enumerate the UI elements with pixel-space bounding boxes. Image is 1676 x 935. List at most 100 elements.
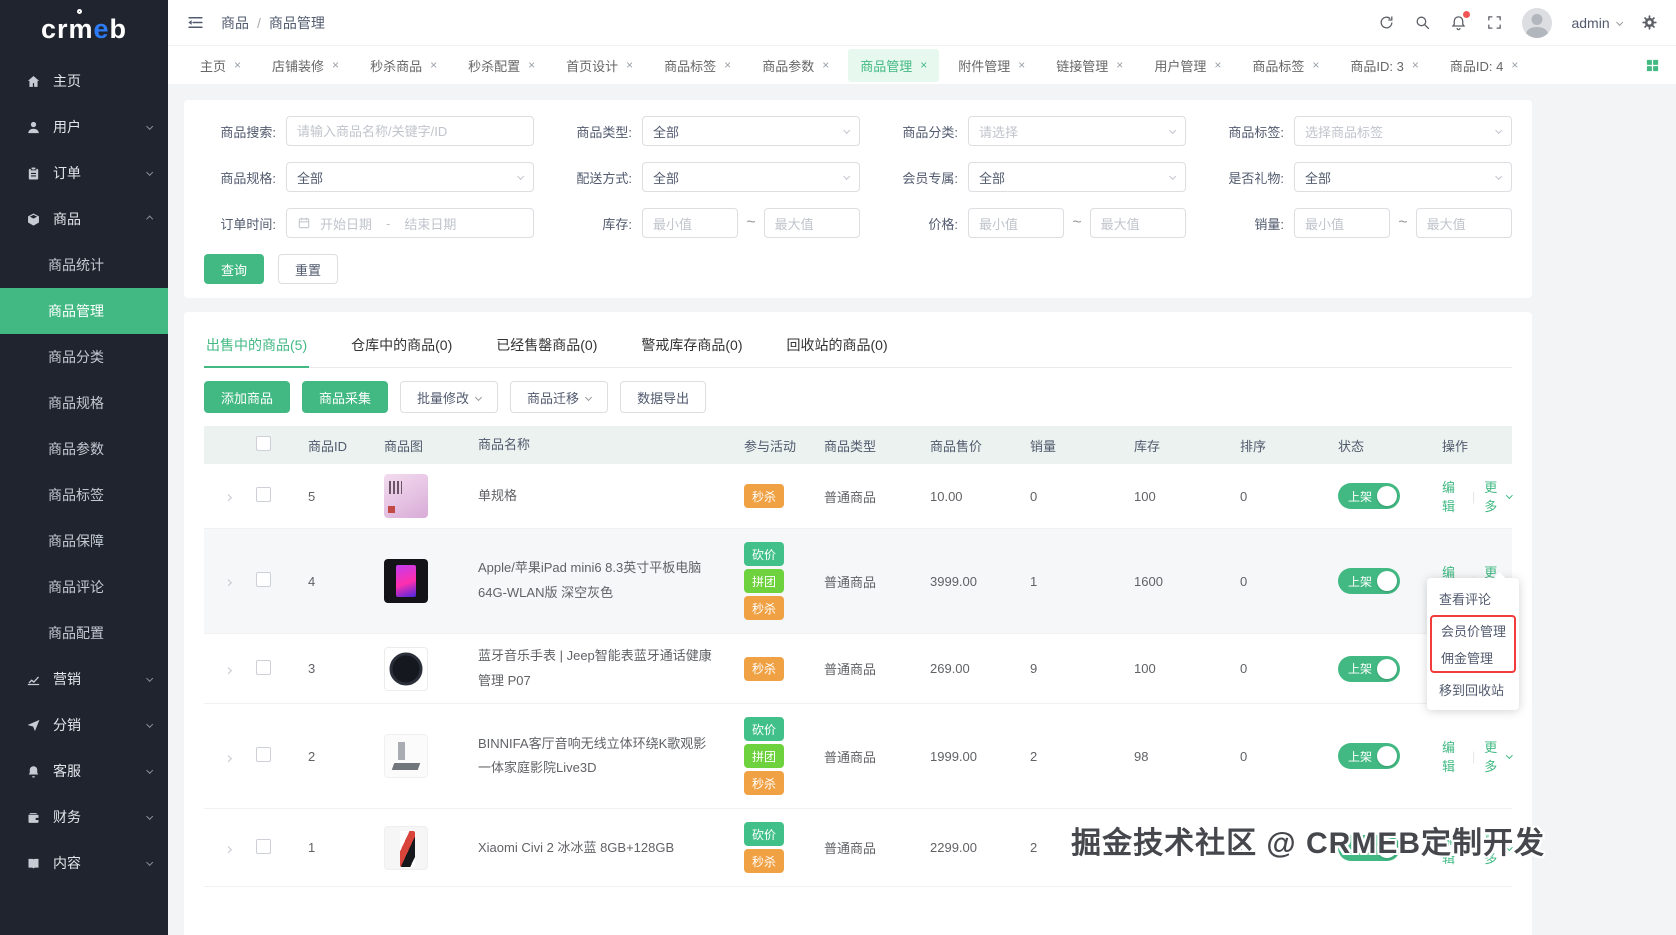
tab-goods-params[interactable]: 商品参数 × xyxy=(750,49,841,82)
goods-category-select[interactable]: 请选择 xyxy=(968,116,1186,146)
delivery-method-select[interactable]: 全部 xyxy=(642,162,860,192)
breadcrumb-parent[interactable]: 商品 xyxy=(221,13,249,33)
expand-row-icon[interactable] xyxy=(224,754,233,762)
menu-service[interactable]: 客服 xyxy=(0,748,168,794)
menu-finance[interactable]: 财务 xyxy=(0,794,168,840)
tab-home-design[interactable]: 首页设计 × xyxy=(554,49,645,82)
close-tab-icon[interactable]: × xyxy=(920,59,927,71)
row-checkbox[interactable] xyxy=(256,487,271,502)
move-to-recycle-item[interactable]: 移到回收站 xyxy=(1427,675,1519,704)
is-gift-select[interactable]: 全部 xyxy=(1294,162,1512,192)
export-data-button[interactable]: 数据导出 xyxy=(620,381,707,413)
avatar[interactable] xyxy=(1522,7,1553,38)
tab-seckill-config[interactable]: 秒杀配置 × xyxy=(456,49,547,82)
row-checkbox[interactable] xyxy=(256,747,271,763)
menu-content[interactable]: 内容 xyxy=(0,840,168,886)
batch-edit-button[interactable]: 批量修改 xyxy=(400,381,499,413)
menu-order[interactable]: 订单 xyxy=(0,150,168,196)
tab-goods-tags-2[interactable]: 商品标签 × xyxy=(1240,49,1331,82)
user-menu[interactable]: admin xyxy=(1571,15,1624,31)
close-tab-icon[interactable]: × xyxy=(822,59,829,71)
menu-user[interactable]: 用户 xyxy=(0,104,168,150)
tab-shop-decor[interactable]: 店铺装修 × xyxy=(260,49,351,82)
close-tab-icon[interactable]: × xyxy=(1511,59,1518,71)
collect-goods-button[interactable]: 商品采集 xyxy=(302,381,389,413)
bell-icon[interactable] xyxy=(1450,11,1471,31)
tab-soldout[interactable]: 已经售罄商品(0) xyxy=(494,324,599,367)
stock-max-input[interactable]: 最大值 xyxy=(763,208,860,238)
close-tab-icon[interactable]: × xyxy=(626,59,633,71)
more-link[interactable]: 更多 xyxy=(1484,737,1513,775)
tab-home[interactable]: 主页 × xyxy=(188,49,253,82)
member-exclusive-select[interactable]: 全部 xyxy=(968,162,1186,192)
close-tab-icon[interactable]: × xyxy=(724,59,731,71)
expand-row-icon[interactable] xyxy=(224,494,233,502)
menu-goods-params[interactable]: 商品参数 xyxy=(0,426,168,472)
price-min-input[interactable]: 最小值 xyxy=(968,208,1065,238)
goods-search-input[interactable] xyxy=(286,116,534,146)
sales-max-input[interactable]: 最大值 xyxy=(1415,208,1512,238)
close-tab-icon[interactable]: × xyxy=(1116,59,1123,71)
menu-marketing[interactable]: 营销 xyxy=(0,656,168,702)
status-toggle[interactable]: 上架 xyxy=(1338,655,1400,682)
row-checkbox[interactable] xyxy=(256,572,271,587)
tab-goods-manage[interactable]: 商品管理 × xyxy=(848,48,940,82)
layout-grid-icon[interactable] xyxy=(1645,58,1660,73)
tab-warehouse[interactable]: 仓库中的商品(0) xyxy=(349,324,454,367)
tab-recycle[interactable]: 回收站的商品(0) xyxy=(785,324,890,367)
goods-search-input-field[interactable] xyxy=(297,123,523,139)
close-tab-icon[interactable]: × xyxy=(528,59,535,71)
expand-row-icon[interactable] xyxy=(224,666,233,675)
goods-type-select[interactable]: 全部 xyxy=(642,116,860,146)
refresh-icon[interactable] xyxy=(1378,14,1395,31)
close-tab-icon[interactable]: × xyxy=(1018,59,1025,71)
close-tab-icon[interactable]: × xyxy=(1412,59,1419,71)
tab-goods-id-4[interactable]: 商品ID: 4 × xyxy=(1438,49,1530,82)
gear-icon[interactable] xyxy=(1641,14,1658,31)
add-goods-button[interactable]: 添加商品 xyxy=(204,381,291,413)
tab-attachment-manage[interactable]: 附件管理 × xyxy=(946,49,1037,82)
goods-tag-select[interactable]: 选择商品标签 xyxy=(1294,116,1512,146)
menu-goods-category[interactable]: 商品分类 xyxy=(0,334,168,380)
tab-seckill-goods[interactable]: 秒杀商品 × xyxy=(358,49,449,82)
status-toggle[interactable]: 上架 xyxy=(1338,483,1400,509)
tab-onsale[interactable]: 出售中的商品(5) xyxy=(204,324,310,368)
edit-link[interactable]: 编辑 xyxy=(1442,477,1463,515)
menu-goods-spec[interactable]: 商品规格 xyxy=(0,380,168,426)
edit-link[interactable]: 编辑 xyxy=(1442,737,1463,775)
tab-user-manage[interactable]: 用户管理 × xyxy=(1142,49,1233,82)
search-button[interactable]: 查询 xyxy=(204,254,265,284)
tab-alert-stock[interactable]: 警戒库存商品(0) xyxy=(639,324,744,367)
select-all-checkbox[interactable] xyxy=(256,436,271,451)
fullscreen-icon[interactable] xyxy=(1486,14,1503,31)
row-checkbox[interactable] xyxy=(256,838,271,854)
tab-link-manage[interactable]: 链接管理 × xyxy=(1044,49,1135,82)
close-tab-icon[interactable]: × xyxy=(234,59,241,71)
view-comments-item[interactable]: 查看评论 xyxy=(1427,584,1519,613)
search-icon[interactable] xyxy=(1414,14,1431,31)
tab-goods-tags[interactable]: 商品标签 × xyxy=(652,49,743,82)
sales-min-input[interactable]: 最小值 xyxy=(1294,208,1391,238)
stock-min-input[interactable]: 最小值 xyxy=(642,208,739,238)
commission-item[interactable]: 佣金管理 xyxy=(1432,644,1514,671)
collapse-sidebar-icon[interactable] xyxy=(186,13,205,32)
goods-spec-select[interactable]: 全部 xyxy=(286,162,534,192)
tab-goods-id-3[interactable]: 商品ID: 3 × xyxy=(1338,49,1430,82)
status-toggle[interactable]: 上架 xyxy=(1338,568,1400,594)
menu-home[interactable]: 主页 xyxy=(0,58,168,104)
status-toggle[interactable]: 上架 xyxy=(1338,743,1400,770)
member-price-item[interactable]: 会员价管理 xyxy=(1432,617,1514,644)
menu-goods-stats[interactable]: 商品统计 xyxy=(0,242,168,288)
row-checkbox[interactable] xyxy=(256,659,271,675)
menu-goods-comments[interactable]: 商品评论 xyxy=(0,564,168,610)
menu-distribution[interactable]: 分销 xyxy=(0,702,168,748)
close-tab-icon[interactable]: × xyxy=(430,59,437,71)
price-max-input[interactable]: 最大值 xyxy=(1089,208,1186,238)
order-time-input[interactable]: 开始日期 - 结束日期 xyxy=(286,208,534,238)
expand-row-icon[interactable] xyxy=(224,845,233,854)
migrate-goods-button[interactable]: 商品迁移 xyxy=(510,381,609,413)
close-tab-icon[interactable]: × xyxy=(332,59,339,71)
reset-button[interactable]: 重置 xyxy=(278,254,339,284)
menu-goods-guarantee[interactable]: 商品保障 xyxy=(0,518,168,564)
expand-row-icon[interactable] xyxy=(224,579,233,587)
